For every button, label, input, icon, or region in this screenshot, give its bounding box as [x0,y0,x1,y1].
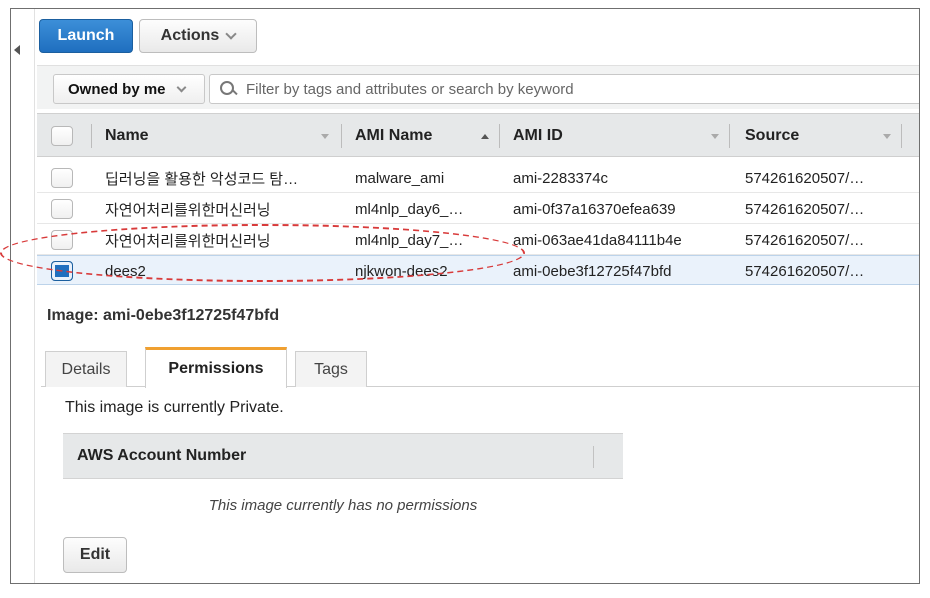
tab-details[interactable]: Details [45,351,127,387]
search-input[interactable] [246,80,846,98]
cell-ami-name: ml4nlp_day7_… [355,231,464,249]
table-row[interactable]: 자연어처리를위한머신러닝 ml4nlp_day6_… ami-0f37a1637… [37,194,919,224]
cell-ami-name: njkwon-dees2 [355,262,448,280]
sort-icon[interactable] [711,134,719,139]
row-checkbox[interactable] [51,230,73,250]
row-checkbox-cell [51,163,73,193]
row-checkbox-cell [51,225,73,255]
table-row[interactable]: 자연어처리를위한머신러닝 ml4nlp_day7_… ami-063ae41da… [37,225,919,255]
actions-button[interactable]: Actions [139,19,257,53]
owner-filter-value: Owned by me [68,80,166,98]
column-divider [729,124,730,148]
cell-source: 574261620507/… [745,231,865,249]
column-divider [91,124,92,148]
search-icon [220,81,236,97]
edit-button[interactable]: Edit [63,537,127,573]
column-header-ami-name[interactable]: AMI Name [355,114,432,158]
row-checkbox[interactable] [51,168,73,188]
select-all-cell [51,114,73,158]
column-header-name[interactable]: Name [105,114,149,158]
column-header-ami-id[interactable]: AMI ID [513,114,563,158]
cell-ami-name: ml4nlp_day6_… [355,200,464,218]
ec2-ami-console: Launch Actions Owned by me Name AMI Name… [10,8,920,584]
cell-name: 딥러닝을 활용한 악성코드 탐… [105,170,299,188]
selected-image-title: Image: ami-0ebe3f12725f47bfd [47,307,280,324]
no-permissions-message: This image currently has no permissions [208,496,478,514]
table-header: Name AMI Name AMI ID Source [37,113,919,158]
chevron-down-icon [225,28,237,40]
cell-ami-id: ami-0ebe3f12725f47bfd [513,262,672,280]
select-all-checkbox[interactable] [51,126,73,146]
left-nav-gutter [11,9,35,583]
visibility-status: This image is currently Private. [65,399,284,416]
sort-icon[interactable] [321,134,329,139]
tab-tags[interactable]: Tags [295,351,367,387]
cell-ami-id: ami-2283374c [513,169,609,187]
owner-filter-select[interactable]: Owned by me [53,74,205,104]
detail-tabs: Details Permissions Tags [41,345,919,388]
row-checkbox-checked[interactable] [51,261,73,281]
column-divider [341,124,342,148]
account-number-header: AWS Account Number [63,433,623,479]
row-checkbox[interactable] [51,199,73,219]
column-divider [499,124,500,148]
cell-name: dees2 [105,262,146,280]
sort-icon[interactable] [883,134,891,139]
cell-ami-id: ami-0f37a16370efea639 [513,200,676,218]
column-divider [593,446,594,468]
actions-label: Actions [160,27,220,44]
cell-source: 574261620507/… [745,200,865,218]
table-row-selected[interactable]: dees2 njkwon-dees2 ami-0ebe3f12725f47bfd… [37,255,919,286]
cell-ami-name: malware_ami [355,169,445,187]
cell-name: 자연어처리를위한머신러닝 [105,232,271,250]
search-box[interactable] [209,74,919,104]
tab-permissions[interactable]: Permissions [145,347,287,388]
column-header-source[interactable]: Source [745,114,799,158]
column-divider [901,124,902,148]
account-number-label: AWS Account Number [77,447,247,464]
launch-button[interactable]: Launch [39,19,133,53]
cell-source: 574261620507/… [745,262,865,280]
cell-source: 574261620507/… [745,169,865,187]
filter-bar: Owned by me [37,65,919,109]
collapse-sidebar-icon[interactable] [14,45,20,55]
row-checkbox-cell [51,194,73,224]
sort-ascending-icon[interactable] [481,134,489,139]
table-row[interactable]: 딥러닝을 활용한 악성코드 탐… malware_ami ami-2283374… [37,163,919,193]
chevron-down-icon [176,82,186,92]
cell-ami-id: ami-063ae41da84111b4e [513,231,682,249]
cell-name: 자연어처리를위한머신러닝 [105,201,271,219]
row-checkbox-cell [51,256,73,286]
